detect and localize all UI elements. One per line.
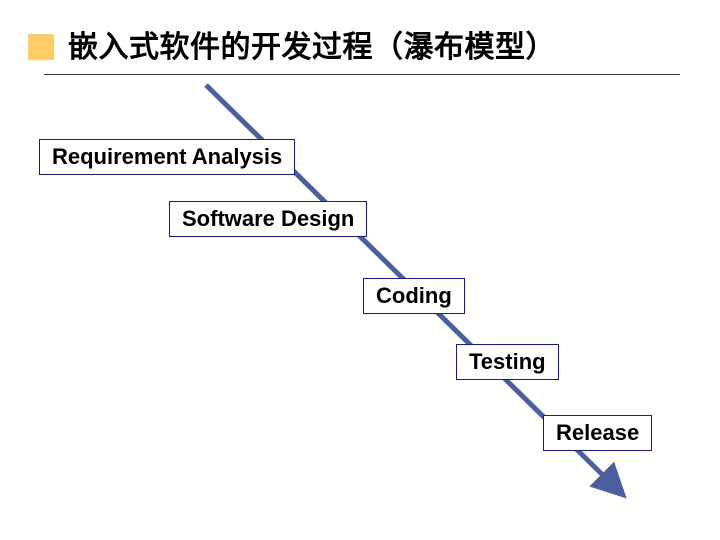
waterfall-arrow-icon — [0, 0, 720, 540]
stage-box-4: Release — [543, 415, 652, 451]
stage-box-1: Software Design — [169, 201, 367, 237]
stage-box-3: Testing — [456, 344, 559, 380]
stage-box-2: Coding — [363, 278, 465, 314]
slide: 嵌入式软件的开发过程（瀑布模型） Requirement AnalysisSof… — [0, 0, 720, 540]
stage-box-0: Requirement Analysis — [39, 139, 295, 175]
